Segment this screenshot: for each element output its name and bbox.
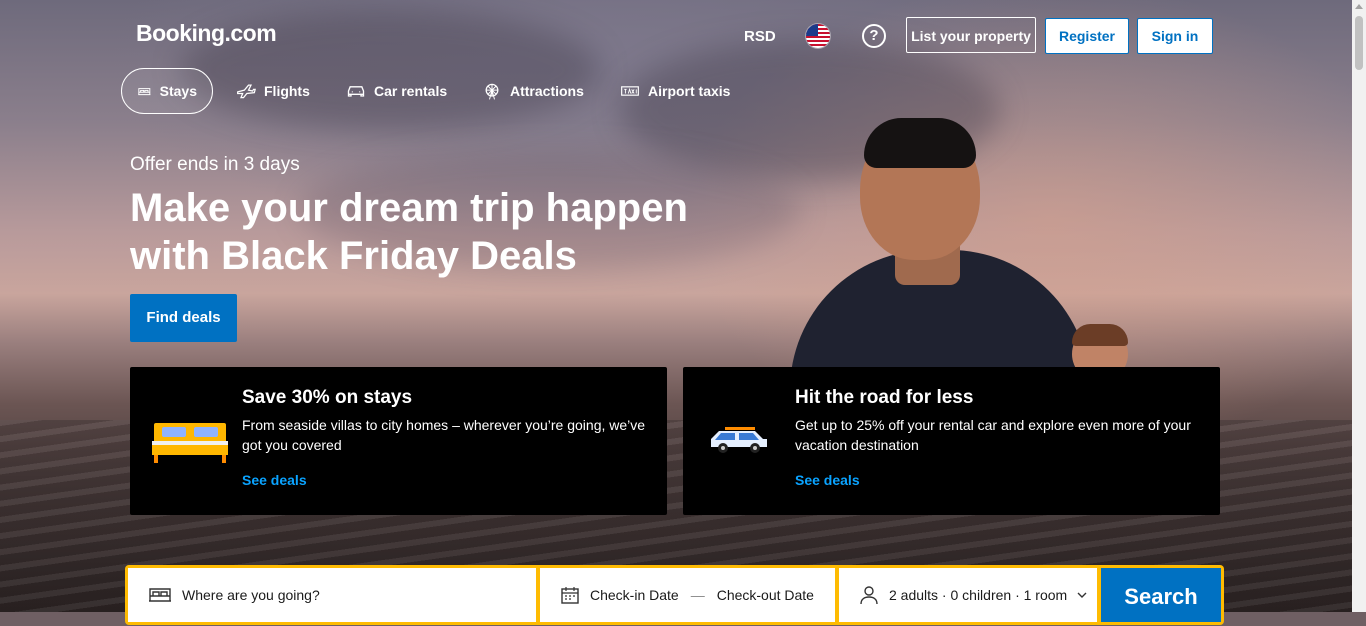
bed-icon	[149, 588, 171, 602]
logo[interactable]: Booking.com	[136, 20, 277, 47]
plane-icon	[237, 84, 256, 99]
card-description: From seaside villas to city homes – wher…	[242, 417, 646, 453]
calendar-icon	[561, 587, 579, 604]
ferris-wheel-icon	[485, 83, 499, 100]
date-picker[interactable]: Check-in Date — Check-out Date	[540, 568, 835, 622]
car-illustration	[711, 427, 767, 453]
car-deal-card[interactable]: Hit the road for less Get up to 25% off …	[683, 367, 1220, 515]
offer-subtitle: Offer ends in 3 days	[130, 154, 300, 175]
chevron-down-icon	[1077, 592, 1087, 598]
tab-stays[interactable]: Stays	[121, 68, 213, 114]
checkin-date[interactable]: Check-in Date	[590, 587, 679, 603]
card-title: Save 30% on stays	[242, 387, 413, 408]
guests-summary: 2 adults · 0 children · 1 room	[889, 587, 1068, 603]
tab-flights[interactable]: Flights	[236, 68, 310, 114]
car-icon	[347, 86, 365, 97]
tab-airport-taxis[interactable]: Airport taxis	[620, 68, 730, 114]
destination-placeholder: Where are you going?	[182, 587, 320, 603]
tab-label: Car rentals	[374, 83, 448, 99]
find-deals-button[interactable]: Find deals	[130, 294, 237, 342]
see-deals-link[interactable]: See deals	[242, 472, 307, 488]
bed-illustration	[152, 423, 228, 463]
register-button[interactable]: Register	[1045, 18, 1129, 54]
currency-selector[interactable]: RSD	[744, 28, 776, 45]
search-button[interactable]: Search	[1101, 568, 1221, 622]
tab-label: Flights	[264, 83, 310, 99]
bed-icon	[138, 88, 151, 96]
scroll-up-arrow-icon[interactable]	[1355, 4, 1363, 9]
scrollbar-thumb[interactable]	[1355, 16, 1363, 70]
tab-attractions[interactable]: Attractions	[482, 68, 584, 114]
tab-label: Attractions	[510, 83, 584, 99]
hero-headline: Make your dream trip happen with Black F…	[130, 186, 688, 278]
taxi-icon	[621, 86, 639, 96]
list-property-button[interactable]: List your property	[906, 17, 1036, 53]
stays-deal-card[interactable]: Save 30% on stays From seaside villas to…	[130, 367, 667, 515]
tab-car-rentals[interactable]: Car rentals	[346, 68, 447, 114]
scrollbar[interactable]	[1352, 0, 1366, 612]
guests-selector[interactable]: 2 adults · 0 children · 1 room	[839, 568, 1097, 622]
destination-input[interactable]: Where are you going?	[128, 568, 536, 622]
language-flag-icon[interactable]	[806, 24, 830, 48]
tab-label: Airport taxis	[648, 83, 731, 99]
card-title: Hit the road for less	[795, 387, 974, 408]
search-bar: Where are you going? Check-in Date — Che…	[125, 565, 1224, 625]
tab-label: Stays	[159, 83, 197, 99]
person-icon	[860, 586, 878, 605]
see-deals-link[interactable]: See deals	[795, 472, 860, 488]
date-separator: —	[690, 587, 705, 603]
checkout-date[interactable]: Check-out Date	[717, 587, 814, 603]
sign-in-button[interactable]: Sign in	[1137, 18, 1213, 54]
help-icon[interactable]: ?	[862, 24, 886, 48]
card-description: Get up to 25% off your rental car and ex…	[795, 417, 1191, 453]
